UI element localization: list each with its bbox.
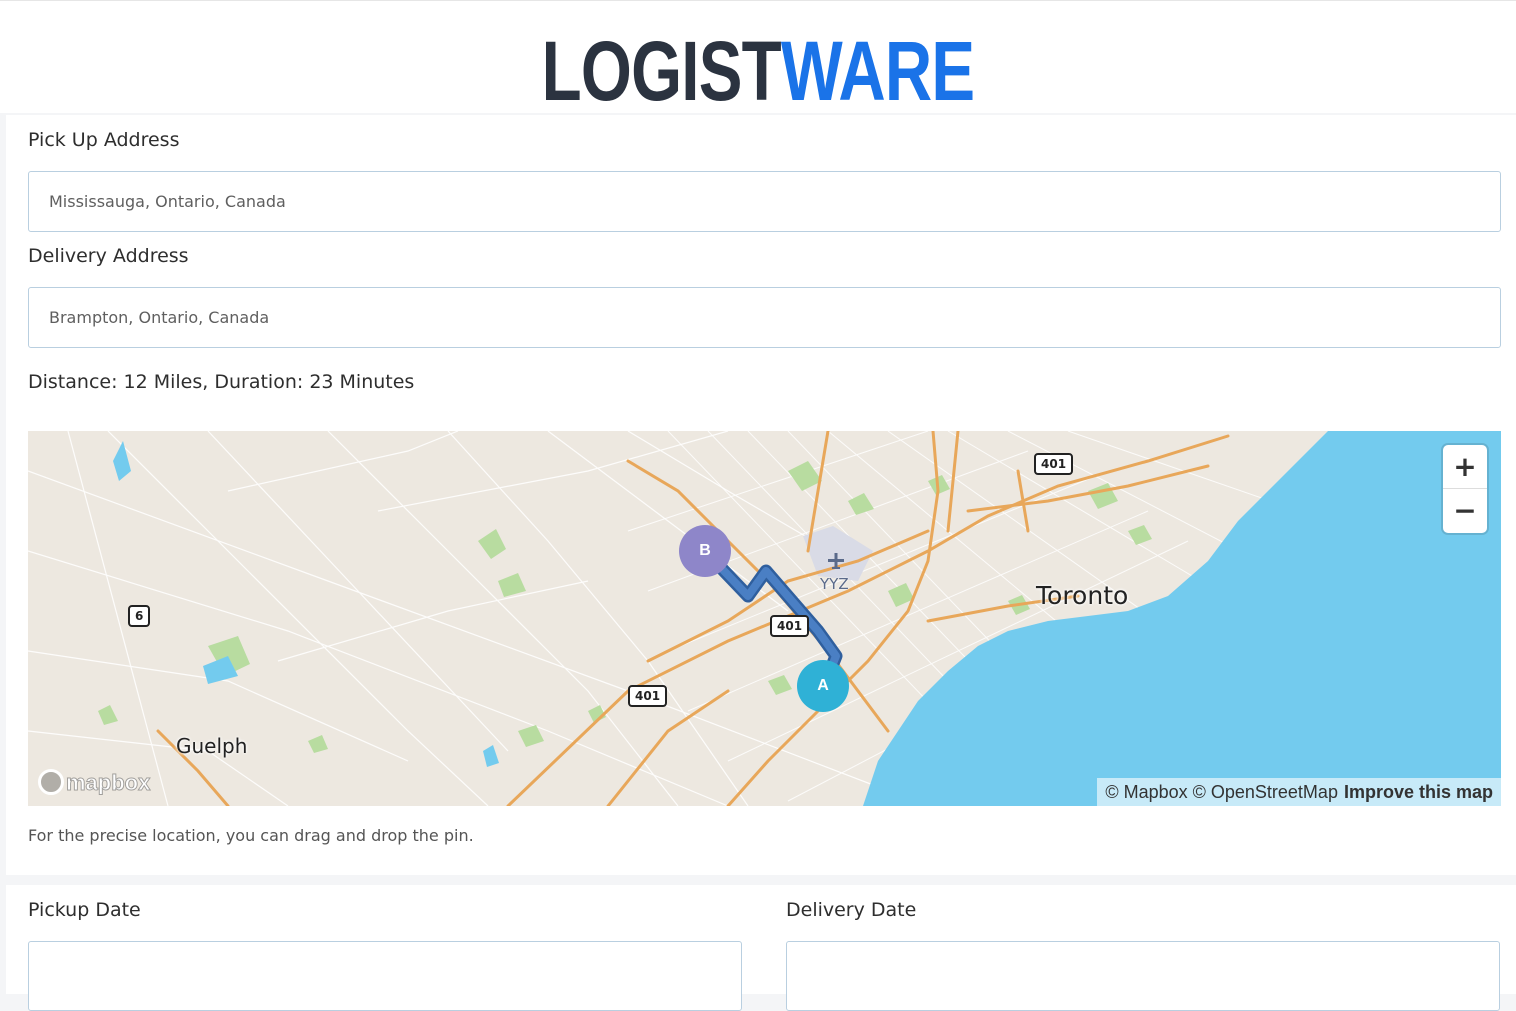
route-map[interactable]: YYZ Toronto Guelph 401 401 401 6 B A + −… [28, 431, 1501, 806]
pin-b-delivery[interactable]: B [679, 525, 731, 577]
highway-shield: 6 [128, 605, 151, 627]
zoom-out-button[interactable]: − [1443, 489, 1487, 533]
pickup-address-input[interactable]: Mississauga, Ontario, Canada [28, 171, 1501, 232]
zoom-in-button[interactable]: + [1443, 445, 1487, 489]
pickup-date-input[interactable] [28, 941, 742, 1011]
improve-map-link[interactable]: Improve this map [1344, 782, 1493, 802]
city-label-toronto: Toronto [1036, 581, 1129, 610]
drag-pin-hint: For the precise location, you can drag a… [28, 826, 474, 845]
delivery-address-label: Delivery Address [28, 245, 189, 267]
distance-duration-text: Distance: 12 Miles, Duration: 23 Minutes [28, 371, 415, 393]
mapbox-logo-icon [38, 769, 64, 795]
logistware-logo[interactable]: LOGISTWARE [167, 29, 1349, 113]
map-attribution: © Mapbox © OpenStreetMap Improve this map [1097, 778, 1501, 806]
highway-shield: 401 [770, 615, 810, 637]
logo-text-blue: WARE [780, 24, 975, 118]
pickup-address-label: Pick Up Address [28, 129, 180, 151]
city-label-guelph: Guelph [176, 734, 248, 758]
attribution-text[interactable]: © Mapbox © OpenStreetMap [1105, 782, 1338, 802]
highway-shield: 401 [1034, 453, 1074, 475]
mapbox-logo[interactable]: mapbox [38, 769, 151, 796]
highway-shield: 401 [628, 685, 668, 707]
pickup-date-label: Pickup Date [28, 899, 141, 921]
logo-text-dark: LOGIST [541, 24, 782, 118]
mapbox-logo-text: mapbox [65, 770, 151, 796]
pin-a-pickup[interactable]: A [797, 660, 849, 712]
airport-label: YYZ [820, 575, 849, 593]
delivery-date-input[interactable] [786, 941, 1500, 1011]
zoom-control: + − [1443, 445, 1487, 533]
delivery-date-label: Delivery Date [786, 899, 917, 921]
map-canvas [28, 431, 1501, 806]
header: LOGISTWARE [0, 0, 1516, 113]
delivery-address-input[interactable]: Brampton, Ontario, Canada [28, 287, 1501, 348]
